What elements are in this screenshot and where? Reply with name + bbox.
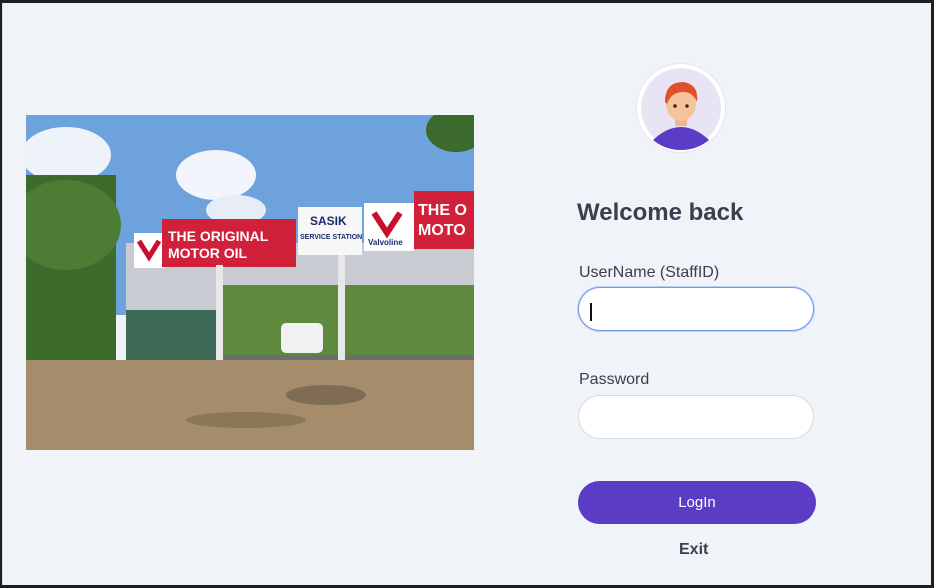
username-label: UserName (StaffID)	[579, 264, 720, 281]
sign-brand: Valvoline	[368, 238, 403, 247]
sign-center-line1: SASIK	[310, 214, 347, 228]
exit-link[interactable]: Exit	[679, 541, 708, 559]
sign-left-line1: THE ORIGINAL	[168, 228, 269, 244]
username-field[interactable]	[578, 287, 814, 331]
page-title: Welcome back	[577, 199, 744, 226]
sign-right-line1: THE O	[418, 202, 467, 219]
password-field[interactable]	[578, 395, 814, 439]
sign-left-line2: MOTOR OIL	[168, 245, 248, 261]
text-caret	[590, 303, 592, 321]
sign-right-line2: MOTO	[418, 222, 466, 239]
user-avatar-icon	[637, 64, 725, 152]
login-button[interactable]: LogIn	[578, 481, 816, 524]
sign-center-line2: SERVICE STATION	[300, 234, 362, 241]
password-label: Password	[579, 371, 650, 388]
login-window: THE ORIGINAL MOTOR OIL SASIK SERVICE STA…	[2, 3, 931, 585]
service-station-photo: THE ORIGINAL MOTOR OIL SASIK SERVICE STA…	[26, 115, 474, 450]
